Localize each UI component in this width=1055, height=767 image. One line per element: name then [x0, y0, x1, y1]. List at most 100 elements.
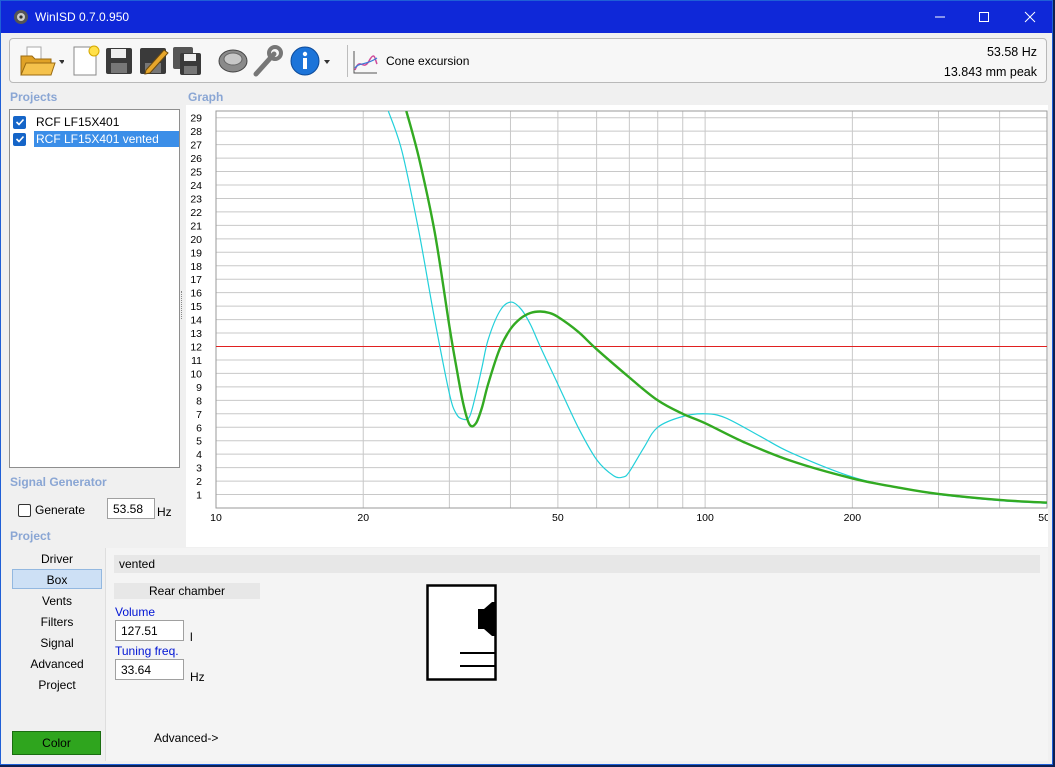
nav-filters[interactable]: Filters	[12, 612, 102, 632]
color-button[interactable]: Color	[12, 731, 101, 755]
app-icon	[14, 10, 28, 24]
y-tick-label: 9	[196, 382, 202, 394]
close-button[interactable]	[1007, 1, 1053, 33]
project-checkbox[interactable]	[13, 115, 26, 129]
series-line-sealed	[387, 111, 1047, 504]
project-name: RCF LF15X401 vented	[34, 131, 179, 147]
generate-checkbox[interactable]	[18, 503, 31, 517]
mode-label[interactable]: Cone excursion	[386, 54, 469, 68]
y-tick-label: 15	[190, 301, 202, 313]
title-bar[interactable]: WinISD 0.7.0.950	[1, 1, 1052, 33]
y-tick-label: 5	[196, 436, 202, 448]
projects-list[interactable]: RCF LF15X401 RCF LF15X401 vented	[9, 109, 180, 468]
y-tick-label: 8	[196, 395, 202, 407]
vented-box-diagram	[426, 584, 497, 681]
volume-label: Volume	[115, 605, 156, 619]
project-name: RCF LF15X401	[36, 115, 120, 129]
box-panel: vented Rear chamber Volume 127.51 l Tuni…	[105, 548, 1048, 761]
tuning-freq-unit: Hz	[190, 670, 205, 684]
y-tick-label: 21	[190, 220, 202, 232]
y-tick-label: 28	[190, 126, 202, 138]
nav-driver[interactable]: Driver	[12, 549, 102, 569]
rear-chamber-header: Rear chamber	[114, 583, 260, 599]
driver-icon[interactable]	[216, 44, 250, 78]
maximize-button[interactable]	[961, 1, 1007, 33]
y-tick-label: 1	[196, 490, 202, 502]
new-document-icon[interactable]	[68, 44, 102, 78]
nav-project[interactable]: Project	[12, 675, 102, 695]
nav-vents[interactable]: Vents	[12, 591, 102, 611]
y-tick-label: 26	[190, 153, 202, 165]
y-tick-label: 25	[190, 167, 202, 179]
y-tick-label: 11	[191, 355, 202, 367]
y-tick-label: 13	[190, 328, 202, 340]
save-all-icon[interactable]	[170, 44, 204, 78]
y-tick-label: 16	[190, 288, 202, 300]
graph-heading: Graph	[188, 90, 224, 104]
y-tick-label: 29	[190, 113, 202, 125]
nav-signal[interactable]: Signal	[12, 633, 102, 653]
close-icon	[1024, 11, 1036, 23]
readout-frequency: 53.58 Hz	[986, 45, 1037, 59]
window-title: WinISD 0.7.0.950	[35, 10, 130, 24]
tuning-freq-input[interactable]: 33.64	[115, 659, 184, 680]
cone-excursion-chart[interactable]: 1234567891011121314151617181920212223242…	[186, 105, 1055, 547]
y-tick-label: 23	[190, 193, 202, 205]
checkmark-icon	[15, 118, 24, 126]
signal-frequency-unit: Hz	[157, 505, 172, 519]
generate-option[interactable]: Generate	[18, 503, 85, 517]
open-folder-icon[interactable]	[18, 44, 64, 78]
project-checkbox[interactable]	[13, 132, 26, 146]
projects-heading: Projects	[10, 90, 58, 104]
y-tick-label: 7	[196, 409, 202, 421]
project-item[interactable]: RCF LF15X401	[13, 114, 121, 130]
box-type-title: vented	[114, 555, 1040, 573]
graph-panel[interactable]: 1 2 3 4 5 6 7 8 9 10 11 12 13 14 15 16 17 18 19 20 21 22 23 24 2…	[186, 105, 1055, 547]
advanced-button[interactable]: Advanced->	[154, 731, 218, 745]
y-tick-label: 4	[196, 449, 202, 461]
app-window: WinISD 0.7.0.950 Cone excursion 53.58 Hz…	[0, 0, 1055, 765]
x-tick-label: 20	[357, 512, 369, 524]
y-tick-label: 10	[190, 368, 202, 380]
minimize-icon	[935, 16, 945, 18]
y-tick-label: 6	[196, 422, 202, 434]
y-tick-label: 24	[190, 180, 202, 192]
project-heading: Project	[10, 529, 51, 543]
y-tick-label: 27	[190, 140, 202, 152]
y-tick-label: 20	[190, 234, 202, 246]
y-tick-label: 12	[190, 342, 202, 354]
y-tick-label: 19	[190, 247, 202, 259]
signal-generator-heading: Signal Generator	[10, 475, 107, 489]
save-icon[interactable]	[102, 44, 136, 78]
nav-advanced[interactable]: Advanced	[12, 654, 102, 674]
y-tick-label: 2	[196, 476, 202, 488]
x-tick-label: 200	[844, 512, 862, 524]
y-tick-label: 22	[190, 207, 202, 219]
y-tick-label: 18	[190, 261, 202, 273]
checkmark-icon	[15, 135, 24, 143]
volume-input[interactable]: 127.51	[115, 620, 184, 641]
info-icon[interactable]	[288, 44, 334, 78]
tuning-freq-label: Tuning freq.	[115, 644, 179, 658]
volume-unit: l	[190, 630, 193, 644]
y-tick-label: 17	[190, 274, 202, 286]
cone-excursion-icon[interactable]	[351, 48, 379, 76]
tools-icon[interactable]	[250, 44, 284, 78]
x-tick-label: 100	[696, 512, 714, 524]
y-tick-label: 14	[190, 315, 202, 327]
plot-area	[215, 110, 1048, 509]
maximize-icon	[979, 12, 989, 22]
x-tick-label: 50	[552, 512, 564, 524]
minimize-button[interactable]	[917, 1, 963, 33]
generate-label: Generate	[35, 503, 86, 517]
save-as-icon[interactable]	[136, 44, 170, 78]
readout-value: 13.843 mm peak	[943, 65, 1037, 79]
signal-frequency-input[interactable]: 53.58	[107, 498, 155, 519]
x-tick-label: 500	[1038, 512, 1048, 524]
panel-splitter[interactable]	[181, 291, 183, 319]
project-item-selected[interactable]: RCF LF15X401 vented	[13, 131, 179, 147]
nav-box[interactable]: Box	[12, 569, 102, 589]
x-tick-label: 10	[210, 512, 222, 524]
y-tick-label: 3	[196, 463, 202, 475]
toolbar-separator	[347, 45, 348, 77]
